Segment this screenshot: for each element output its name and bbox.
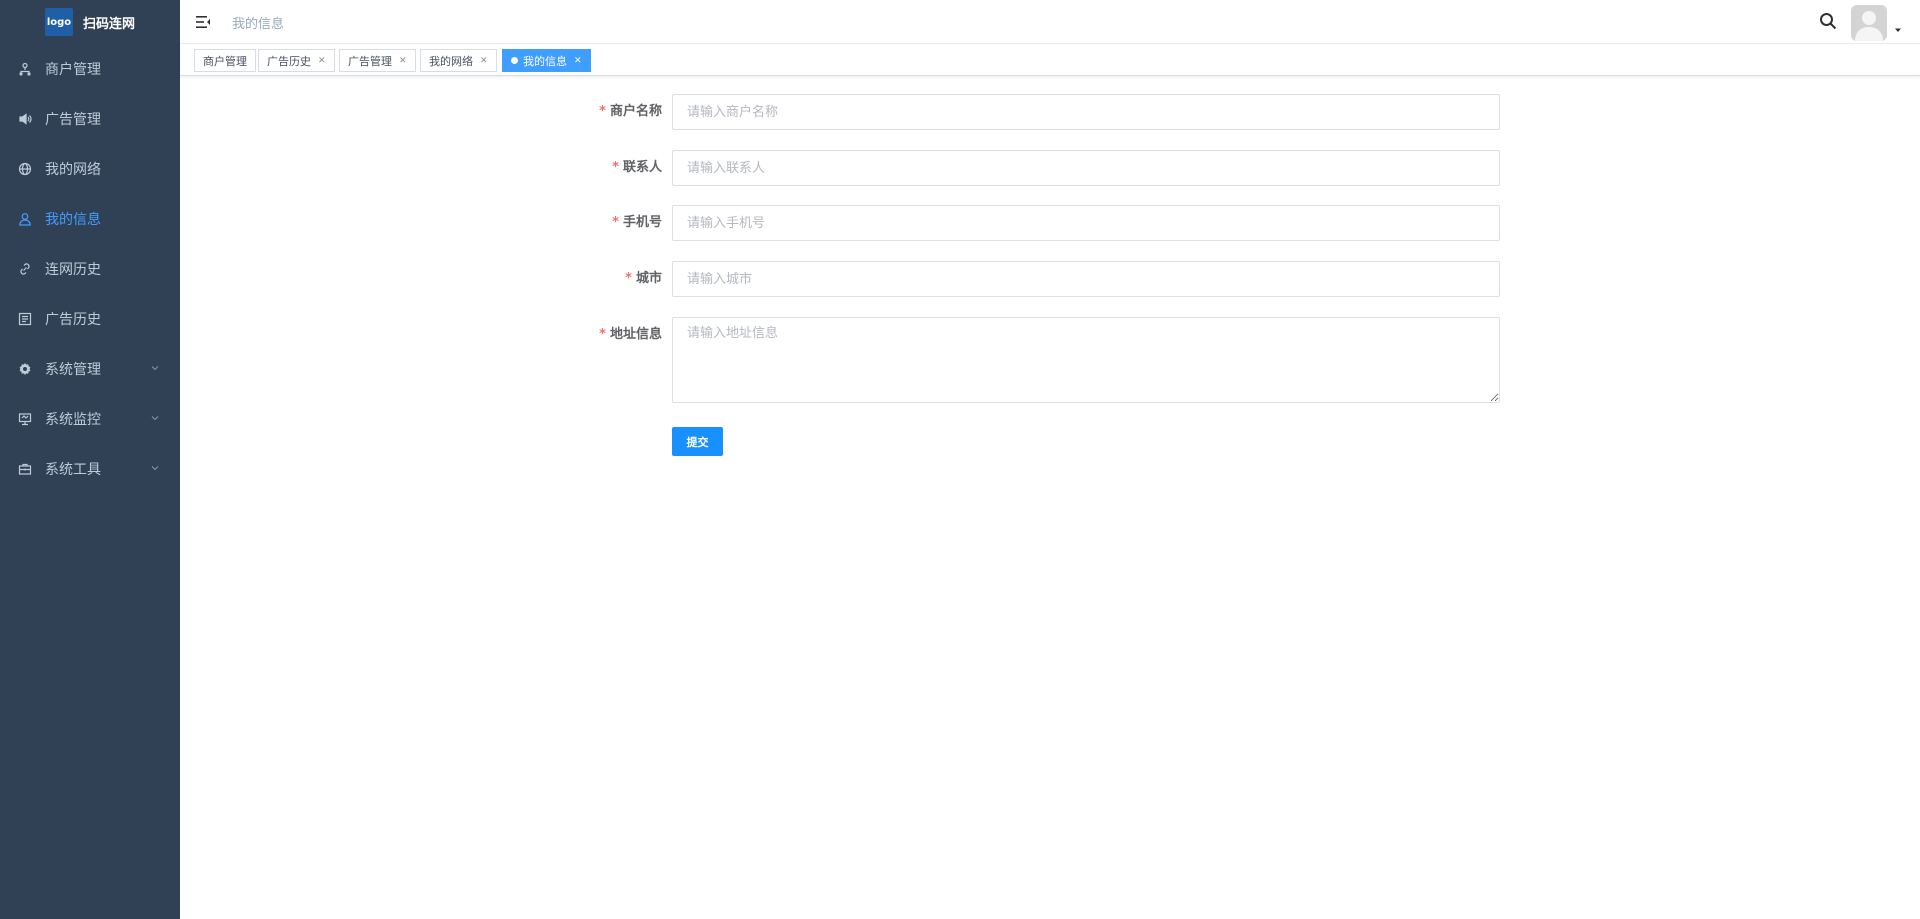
tag-label: 广告管理 [348, 54, 392, 68]
chevron-down-icon [151, 466, 159, 471]
tag-label: 我的信息 [523, 54, 567, 68]
city-label: * 城市 [625, 271, 662, 286]
tag-merchant[interactable]: 商户管理 [194, 49, 256, 72]
search-icon[interactable] [1819, 12, 1837, 30]
sidebar-item-label: 系统工具 [45, 462, 101, 478]
merchant-name-label: * 商户名称 [599, 104, 662, 119]
tag-label: 商户管理 [203, 54, 247, 68]
phone-label: * 手机号 [612, 215, 662, 230]
logo: logo [44, 8, 73, 36]
active-dot-icon [511, 57, 518, 64]
address-label: * 地址信息 [599, 327, 662, 342]
required-mark: * [612, 215, 619, 230]
gear-icon [18, 362, 32, 376]
link-icon [18, 262, 32, 276]
navbar: 我的信息 [180, 0, 1920, 44]
caret-down-icon[interactable] [1894, 26, 1902, 34]
sidebar-item-system-monitor[interactable]: 系统监控 [0, 394, 180, 444]
sidebar-item-connect-history[interactable]: 连网历史 [0, 244, 180, 294]
billboard-icon [18, 312, 32, 326]
city-input[interactable] [672, 261, 1500, 297]
sidebar-item-label: 商户管理 [45, 62, 101, 78]
form-row-merchant-name: * 商户名称 [575, 94, 1500, 130]
contact-input[interactable] [672, 150, 1500, 186]
chevron-down-icon [151, 416, 159, 421]
required-mark: * [599, 104, 606, 119]
user-icon [18, 212, 32, 226]
sidebar-item-label: 系统监控 [45, 412, 101, 428]
submit-button[interactable]: 提交 [672, 427, 723, 456]
avatar[interactable] [1851, 5, 1887, 41]
sidebar: logo 扫码连网 商户管理 广告管理 我的网络 我的信息 连网历史 广告历史 … [0, 0, 180, 919]
app-title: 扫码连网 [82, 16, 135, 32]
address-textarea[interactable] [672, 317, 1500, 403]
tag-label: 广告历史 [267, 54, 311, 68]
merchant-name-input[interactable] [672, 94, 1500, 130]
tag-network[interactable]: 我的网络 ✕ [420, 49, 497, 72]
required-mark: * [625, 271, 632, 286]
close-icon[interactable]: ✕ [399, 56, 407, 66]
form-row-phone: * 手机号 [575, 205, 1500, 241]
sidebar-item-label: 连网历史 [45, 262, 101, 278]
phone-input[interactable] [672, 205, 1500, 241]
sidebar-item-my-info[interactable]: 我的信息 [0, 194, 180, 244]
sidebar-item-ad-history[interactable]: 广告历史 [0, 294, 180, 344]
sidebar-item-merchant[interactable]: 商户管理 [0, 44, 180, 94]
monitor-icon [18, 412, 32, 426]
tag-ad-manage[interactable]: 广告管理 ✕ [339, 49, 416, 72]
sidebar-item-system-tools[interactable]: 系统工具 [0, 444, 180, 494]
close-icon[interactable]: ✕ [318, 56, 326, 66]
sidebar-item-label: 系统管理 [45, 362, 101, 378]
tag-my-info[interactable]: 我的信息 ✕ [502, 49, 591, 72]
required-mark: * [612, 160, 619, 175]
sidebar-item-system-manage[interactable]: 系统管理 [0, 344, 180, 394]
toolbox-icon [18, 462, 32, 476]
sidebar-item-network[interactable]: 我的网络 [0, 144, 180, 194]
sidebar-logo[interactable]: logo 扫码连网 [0, 0, 180, 44]
tag-ad-history[interactable]: 广告历史 ✕ [258, 49, 335, 72]
sidebar-item-label: 广告历史 [45, 312, 101, 328]
form-row-address: * 地址信息 [575, 317, 1500, 403]
sidebar-item-ads[interactable]: 广告管理 [0, 94, 180, 144]
globe-icon [18, 162, 32, 176]
form-row-contact: * 联系人 [575, 150, 1500, 186]
merchant-icon [18, 62, 32, 76]
sidebar-item-label: 广告管理 [45, 112, 101, 128]
required-mark: * [599, 327, 606, 342]
hamburger-icon[interactable] [195, 14, 211, 30]
close-icon[interactable]: ✕ [574, 56, 582, 66]
speaker-icon [18, 112, 32, 126]
sidebar-item-label: 我的信息 [45, 212, 101, 228]
breadcrumb: 我的信息 [232, 17, 285, 32]
tags-view: 商户管理 广告历史 ✕ 广告管理 ✕ 我的网络 ✕ 我的信息 ✕ [180, 45, 1920, 76]
chevron-down-icon [151, 366, 159, 371]
form-row-city: * 城市 [575, 261, 1500, 297]
close-icon[interactable]: ✕ [480, 56, 488, 66]
tag-label: 我的网络 [429, 54, 473, 68]
sidebar-item-label: 我的网络 [45, 162, 101, 178]
contact-label: * 联系人 [612, 160, 662, 175]
